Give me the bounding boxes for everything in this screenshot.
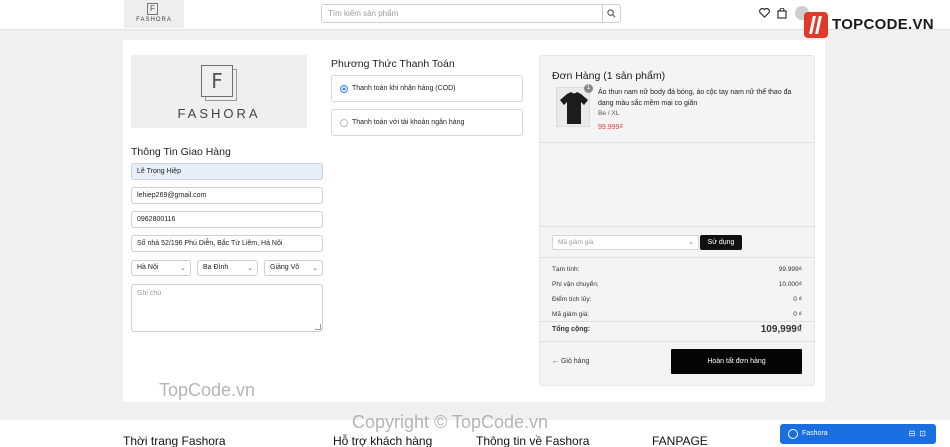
discount-value: 0 ₫ — [793, 311, 802, 318]
search-input[interactable] — [322, 5, 604, 22]
name-field[interactable]: Lê Trọng Hiệp — [131, 163, 323, 180]
note-placeholder: Ghi chú — [137, 290, 162, 297]
header-logo[interactable]: F FASHORA — [124, 0, 184, 28]
chevron-down-icon: ⌄ — [247, 265, 253, 272]
watermark-logo-text: TOPCODE.VN — [832, 16, 934, 33]
city-select[interactable]: Hà Nội ⌄ — [131, 260, 191, 276]
resize-handle-icon[interactable] — [315, 324, 321, 330]
search-button[interactable] — [602, 5, 620, 22]
heart-icon — [758, 8, 770, 18]
total-row: Tổng cộng: 109,999₫ — [552, 324, 802, 335]
watermark-text: TopCode.vn — [159, 380, 256, 400]
footer-heading-support: Hỗ trợ khách hàng — [333, 434, 433, 447]
discount-row: Mã giảm giá: 0 ₫ — [552, 311, 802, 318]
bag-icon — [777, 7, 787, 19]
divider — [540, 226, 814, 227]
logo-letter: F — [211, 69, 223, 93]
points-label: Điểm tích lũy: — [552, 296, 592, 303]
subtotal-label: Tạm tính: — [552, 266, 580, 273]
complete-order-button[interactable]: Hoàn tất đơn hàng — [671, 349, 802, 374]
watermark-logo: TOPCODE.VN — [804, 12, 934, 40]
divider — [540, 257, 814, 258]
chevron-down-icon: ⌄ — [180, 265, 186, 272]
coupon-placeholder: Mã giảm giá — [558, 239, 594, 246]
logo-wordmark: FASHORA — [177, 106, 261, 121]
subtotal-value: 99.999₫ — [778, 266, 802, 273]
email-field[interactable]: lehiep269@gmail.com — [131, 187, 323, 204]
radio-unselected-icon[interactable] — [340, 119, 348, 127]
points-row: Điểm tích lũy: 0 ₫ — [552, 296, 802, 303]
product-thumbnail: 1 — [556, 84, 593, 127]
shipping-fee-label: Phí vận chuyển: — [552, 281, 599, 288]
logo-frame: F — [201, 65, 237, 101]
footer-heading-brand: Thời trang Fashora — [123, 434, 226, 447]
chevron-down-icon: ⌄ — [312, 265, 318, 272]
shipping-title: Thông Tin Giao Hàng — [131, 146, 231, 158]
topcode-badge-icon — [804, 12, 828, 38]
tshirt-image — [560, 92, 588, 124]
city-value: Hà Nội — [137, 264, 159, 271]
order-title: Đơn Hàng (1 sản phẩm) — [552, 70, 666, 82]
product-price: 99.999₫ — [598, 124, 624, 131]
divider — [540, 341, 814, 342]
address-field[interactable]: Số nhà 52/196 Phú Diễn, Bắc Từ Liêm, Hà … — [131, 235, 323, 252]
divider — [540, 142, 814, 143]
order-summary-panel: Đơn Hàng (1 sản phẩm) 1 Áo thun nam nữ b… — [539, 55, 815, 386]
logo-mark: F — [147, 3, 158, 15]
chat-icon — [788, 429, 798, 439]
chevron-down-icon: ⌄ — [688, 239, 694, 246]
shipping-fee-value: 10.000₫ — [778, 281, 802, 288]
ward-select[interactable]: Giảng Võ ⌄ — [264, 260, 323, 276]
logo-wordmark: FASHORA — [136, 17, 172, 23]
coupon-select[interactable]: Mã giảm giá ⌄ — [552, 235, 699, 250]
footer-heading-fanpage: FANPAGE — [652, 434, 708, 447]
chat-widget-button[interactable]: Fashora ⊟⊡ — [780, 424, 936, 444]
payment-option-cod[interactable]: Thanh toán khi nhận hàng (COD) — [331, 75, 523, 102]
cart-button[interactable] — [775, 6, 789, 20]
wishlist-button[interactable] — [757, 6, 771, 20]
back-to-cart-link[interactable]: ← Giỏ hàng — [552, 358, 589, 365]
checkout-card: F FASHORA Thông Tin Giao Hàng Lê Trọng H… — [123, 40, 825, 402]
chat-label: Fashora — [802, 430, 828, 437]
badge-stroke — [815, 16, 822, 34]
note-textarea[interactable]: Ghi chú — [131, 284, 323, 332]
search-bar — [321, 4, 621, 23]
window-controls-icon[interactable]: ⊟⊡ — [909, 429, 930, 438]
district-select[interactable]: Ba Đình ⌄ — [197, 260, 258, 276]
shipping-fee-row: Phí vận chuyển: 10.000₫ — [552, 281, 802, 288]
radio-selected-icon[interactable] — [340, 85, 348, 93]
payment-title: Phương Thức Thanh Toán — [331, 58, 455, 70]
search-icon — [607, 9, 616, 18]
divider — [540, 321, 814, 322]
payment-option-label: Thanh toán với tài khoản ngân hàng — [352, 119, 465, 126]
watermark-copyright: Copyright © TopCode.vn — [352, 412, 549, 432]
footer-heading-about: Thông tin về Fashora — [476, 434, 590, 447]
points-value: 0 ₫ — [793, 296, 802, 303]
ward-value: Giảng Võ — [270, 264, 300, 271]
payment-option-bank[interactable]: Thanh toán với tài khoản ngân hàng — [331, 109, 523, 136]
discount-label: Mã giảm giá: — [552, 311, 590, 318]
quantity-badge: 1 — [584, 84, 593, 93]
phone-field[interactable]: 0962800116 — [131, 211, 323, 228]
district-value: Ba Đình — [203, 264, 229, 271]
apply-coupon-button[interactable]: Sử dụng — [700, 235, 742, 250]
subtotal-row: Tạm tính: 99.999₫ — [552, 266, 802, 273]
payment-option-label: Thanh toán khi nhận hàng (COD) — [352, 85, 456, 92]
total-value: 109,999₫ — [760, 324, 802, 335]
product-name: Áo thun nam nữ body đá bóng, áo cộc tay … — [598, 89, 792, 107]
brand-logo: F FASHORA — [131, 55, 307, 128]
product-variant: Be / XL — [598, 110, 620, 117]
total-label: Tổng cộng: — [552, 326, 591, 333]
